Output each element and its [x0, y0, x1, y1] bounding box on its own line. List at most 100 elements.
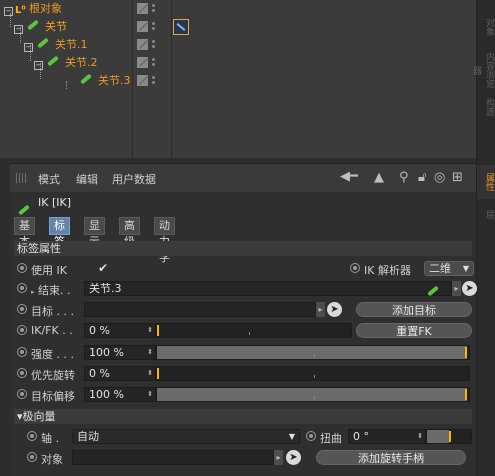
ikfk-slider[interactable] — [156, 323, 352, 338]
slider-thumb[interactable] — [157, 325, 159, 336]
spinner-icon[interactable]: ⬍ — [147, 346, 153, 359]
menu-edit[interactable]: 编辑 — [76, 171, 98, 187]
new-panel-icon[interactable]: ⊞ — [452, 170, 463, 185]
slider-fill — [427, 430, 449, 443]
pole-object-field[interactable] — [72, 450, 274, 465]
strength-slider[interactable] — [156, 345, 470, 360]
back-arrow-icon[interactable]: ◀━ — [340, 169, 358, 184]
tree-item-joint-2[interactable]: − 关节.2 — [34, 54, 98, 72]
animate-radio[interactable] — [27, 452, 37, 462]
slider-thumb[interactable] — [465, 389, 467, 400]
twist-input[interactable]: 0 ° ⬍ — [348, 429, 426, 444]
side-tabs: 对象 内容浏览器 构造 属性 层 — [471, 0, 495, 476]
side-tab-structure[interactable]: 构造 — [477, 92, 495, 122]
spinner-icon[interactable]: ⬍ — [147, 324, 153, 337]
visibility-toggle[interactable] — [137, 3, 148, 14]
animate-radio[interactable] — [27, 431, 37, 441]
expand-arrow-icon[interactable]: ▸ — [31, 288, 35, 296]
link-menu-arrow[interactable]: ▸ — [316, 302, 325, 317]
panel-grip-icon[interactable] — [16, 173, 28, 183]
chevron-down-icon: ▼ — [462, 264, 469, 273]
end-label: ▸ 结束. . — [31, 284, 71, 297]
search-icon[interactable]: ⚲ — [399, 170, 409, 185]
pick-object-icon[interactable]: ➤ — [327, 302, 342, 317]
visibility-toggle[interactable] — [137, 57, 148, 68]
animate-radio[interactable] — [17, 263, 27, 273]
tree-item-joint[interactable]: − 关节 — [14, 18, 67, 36]
menu-mode[interactable]: 模式 — [38, 171, 60, 187]
slider-thumb[interactable] — [157, 368, 159, 379]
tab-display[interactable]: 显示 — [84, 217, 105, 248]
animate-radio[interactable] — [17, 283, 27, 293]
object-manager: − L⁰ 根对象 − 关节 − 关节.1 − 关节.2 关节.3 — [0, 0, 476, 158]
menu-user-data[interactable]: 用户数据 — [112, 171, 156, 187]
pick-object-icon[interactable]: ➤ — [462, 281, 477, 296]
twist-label: 扭曲 — [320, 432, 342, 445]
render-dots-icon[interactable] — [152, 21, 156, 32]
animate-radio[interactable] — [17, 347, 27, 357]
collapse-icon[interactable]: − — [24, 43, 33, 52]
section-pole-vector[interactable]: ▾极向量 — [14, 409, 472, 424]
side-tab-content-browser[interactable]: 内容浏览器 — [471, 50, 495, 90]
spinner-icon[interactable]: ⬍ — [147, 388, 153, 401]
render-dots-icon[interactable] — [152, 3, 156, 14]
animate-radio[interactable] — [17, 368, 27, 378]
preferred-rotation-slider[interactable] — [156, 366, 470, 381]
render-dots-icon[interactable] — [152, 57, 156, 68]
up-arrow-icon[interactable]: ▲ — [374, 170, 384, 185]
tab-advanced[interactable]: 高级 — [119, 217, 140, 248]
tab-tag[interactable]: 标签 — [49, 217, 70, 248]
settings-icon[interactable]: ◎ — [434, 170, 445, 185]
animate-radio[interactable] — [350, 263, 360, 273]
link-menu-arrow[interactable]: ▸ — [452, 281, 461, 296]
end-link-field[interactable]: 关节.3 — [84, 281, 452, 297]
ik-tag-icon[interactable] — [173, 19, 189, 35]
section-tag-properties: 标签属性 — [14, 241, 472, 256]
visibility-toggle[interactable] — [137, 75, 148, 86]
animate-radio[interactable] — [17, 325, 27, 335]
ikfk-input[interactable]: 0 % ⬍ — [84, 323, 156, 338]
target-offset-input[interactable]: 100 % ⬍ — [84, 387, 156, 402]
spinner-icon[interactable]: ⬍ — [417, 430, 423, 443]
row-use-ik: 使用 IK ✔ IK 解析器 二维 ▼ — [14, 259, 476, 279]
pole-axis-dropdown[interactable]: 自动 ▼ — [72, 429, 300, 444]
side-tab-attributes[interactable]: 属性 — [477, 165, 495, 199]
add-pole-button[interactable]: 添加旋转手柄 — [316, 450, 466, 465]
solver-dropdown[interactable]: 二维 ▼ — [424, 261, 474, 276]
side-tab-layers[interactable]: 层 — [477, 203, 495, 225]
twist-slider[interactable] — [426, 429, 472, 444]
use-ik-checkbox[interactable]: ✔ — [98, 261, 108, 275]
side-tab-objects[interactable]: 对象 — [477, 6, 495, 48]
tree-item-root[interactable]: − L⁰ 根对象 — [4, 0, 62, 18]
row-preferred-rotation: 优先旋转 0 % ⬍ — [14, 364, 476, 384]
tree-item-joint-1[interactable]: − 关节.1 — [24, 36, 88, 54]
target-link-field[interactable] — [84, 302, 316, 317]
preferred-rotation-input[interactable]: 0 % ⬍ — [84, 366, 156, 381]
add-target-button[interactable]: 添加目标 — [356, 302, 472, 317]
collapse-icon[interactable]: − — [34, 61, 43, 70]
collapse-icon[interactable]: − — [4, 7, 13, 16]
visibility-toggle[interactable] — [137, 21, 148, 32]
ikfk-label: IK/FK . . — [31, 324, 73, 337]
animate-radio[interactable] — [306, 431, 316, 441]
pick-object-icon[interactable]: ➤ — [286, 450, 301, 465]
animate-radio[interactable] — [17, 389, 27, 399]
strength-input[interactable]: 100 % ⬍ — [84, 345, 156, 360]
tab-basic[interactable]: 基本 — [14, 217, 35, 248]
slider-thumb[interactable] — [449, 431, 451, 442]
tree-item-joint-3[interactable]: 关节.3 — [66, 72, 131, 90]
link-menu-arrow[interactable]: ▸ — [274, 450, 283, 465]
spinner-icon[interactable]: ⬍ — [147, 367, 153, 380]
slider-tick — [314, 396, 315, 399]
slider-thumb[interactable] — [465, 347, 467, 358]
tab-dynamics[interactable]: 动力学 — [154, 217, 175, 264]
render-dots-icon[interactable] — [152, 75, 156, 86]
target-offset-slider[interactable] — [156, 387, 470, 402]
collapse-icon[interactable]: − — [14, 25, 23, 34]
animate-radio[interactable] — [17, 304, 27, 314]
render-dots-icon[interactable] — [152, 39, 156, 50]
visibility-toggle[interactable] — [137, 39, 148, 50]
lock-icon[interactable]: 🔓︎ — [418, 170, 426, 185]
reset-fk-button[interactable]: 重置FK — [356, 323, 472, 338]
preferred-rotation-value: 0 % — [89, 367, 110, 380]
